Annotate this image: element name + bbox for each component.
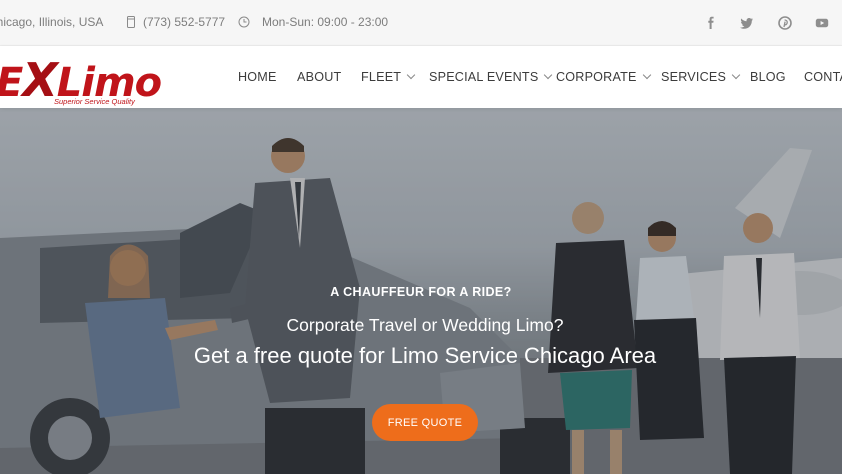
clock-icon [238,16,250,28]
nav-item-contact[interactable]: CONTA [804,70,842,84]
hero-title: Get a free quote for Limo Service Chicag… [193,343,657,368]
hero-banner: A CHAUFFEUR FOR A RIDE? Corporate Travel… [0,108,842,474]
chevron-down-icon [642,70,651,80]
hero-kicker: A CHAUFFEUR FOR A RIDE? [330,285,512,299]
top-info-bar: Chicago, Illinois, USA (773) 552-5777 Mo… [0,0,842,46]
nav-item-home[interactable]: HOME [238,70,277,84]
phone-icon [127,16,135,28]
nav-item-label[interactable]: HOME [238,70,277,84]
location-label: Chicago, Illinois, USA [0,15,104,29]
nav-item-fleet[interactable]: FLEET [361,70,416,84]
site-logo[interactable]: EXLimo Superior Service Quality [0,51,162,107]
facebook-icon[interactable] [704,16,718,30]
chevron-down-icon [731,70,741,80]
pinterest-icon[interactable] [778,16,792,30]
free-quote-label[interactable]: FREE QUOTE [388,417,463,429]
nav-item-label[interactable]: FLEET [361,70,401,84]
logo-prefix: E [0,60,23,106]
nav-item-label[interactable]: SPECIAL EVENTS [429,70,538,84]
location-text: Chicago, Illinois, USA [0,15,103,29]
nav-item-special-events[interactable]: SPECIAL EVENTS [429,70,553,84]
free-quote-button[interactable]: FREE QUOTE [372,404,478,441]
twitter-icon[interactable] [740,16,754,30]
nav-item-label[interactable]: CONTA [804,70,842,84]
hero-subtitle: Corporate Travel or Wedding Limo? [286,315,564,335]
nav-item-label[interactable]: SERVICES [661,70,726,84]
site-header: EXLimo Superior Service Quality HOME ABO… [0,46,842,108]
nav-item-services[interactable]: SERVICES [661,70,741,84]
nav-item-blog[interactable]: BLOG [750,70,786,84]
phone-label[interactable]: (773) 552-5777 [143,15,225,29]
phone-link[interactable]: (773) 552-5777 [125,15,225,29]
nav-item-label[interactable]: CORPORATE [556,70,637,84]
nav-item-label[interactable]: BLOG [750,70,786,84]
youtube-icon[interactable] [815,16,829,30]
chevron-down-icon [406,70,416,80]
nav-item-about[interactable]: ABOUT [297,70,341,84]
logo-tagline: Superior Service Quality [54,97,135,106]
hours-text: Mon-Sun: 09:00 - 23:00 [238,15,388,29]
nav-item-label[interactable]: ABOUT [297,70,341,84]
hours-label: Mon-Sun: 09:00 - 23:00 [262,15,389,29]
chevron-down-icon [544,70,553,80]
logo-x: X [22,53,57,107]
nav-item-corporate[interactable]: CORPORATE [556,70,651,84]
